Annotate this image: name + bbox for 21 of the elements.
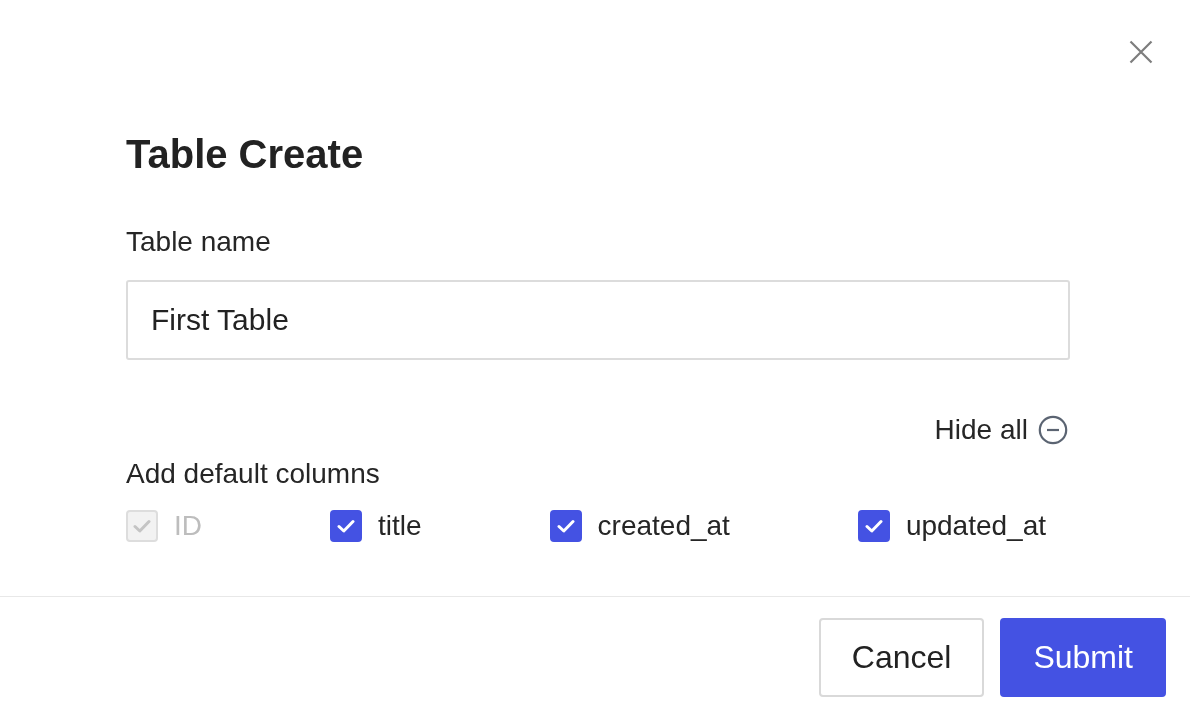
- cancel-button[interactable]: Cancel: [818, 618, 985, 697]
- dialog-title: Table Create: [126, 131, 364, 178]
- section-label: Add default columns: [126, 457, 380, 491]
- minus-circle-icon: [1038, 415, 1068, 445]
- checkbox[interactable]: [549, 510, 582, 542]
- checkmark-icon: [133, 519, 151, 533]
- checkbox-label: created_at: [597, 509, 730, 543]
- table-name-field[interactable]: First Table: [126, 280, 1070, 360]
- field-label: Table name: [126, 225, 271, 259]
- checkbox-label: updated_at: [905, 509, 1047, 543]
- checkmark-icon: [864, 519, 883, 533]
- checkbox-label: ID: [174, 509, 202, 543]
- hide-all-button[interactable]: Hide all: [934, 413, 1068, 447]
- close-icon: [1129, 40, 1153, 64]
- checkbox[interactable]: [857, 510, 890, 542]
- close-button[interactable]: [1129, 40, 1153, 64]
- checkmark-icon: [337, 519, 355, 533]
- checkmark-icon: [556, 519, 575, 533]
- checkbox[interactable]: [330, 510, 362, 542]
- submit-button[interactable]: Submit: [1000, 618, 1166, 697]
- checkbox-label: title: [378, 509, 422, 543]
